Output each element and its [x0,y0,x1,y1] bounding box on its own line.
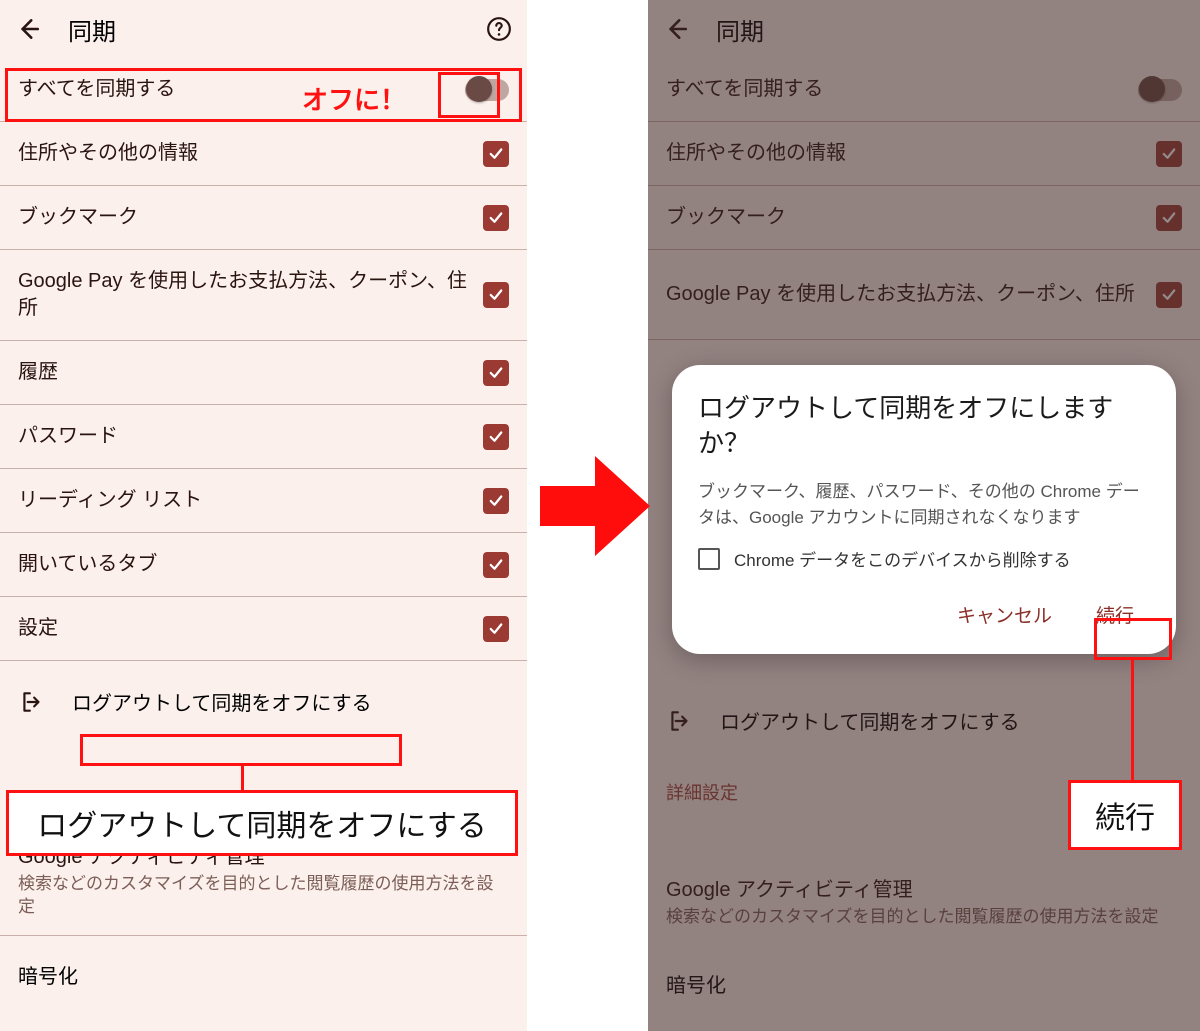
checkbox-icon[interactable] [483,552,509,578]
screen-left: 同期 すべてを同期する 住所やその他の情報 ブックマーク Google Pay … [0,0,527,1031]
activity-title: Google アクティビティ管理 [18,840,509,869]
checkbox-icon[interactable] [483,205,509,231]
arrow-icon [540,446,650,566]
sync-item[interactable]: Google Pay を使用したお支払方法、クーポン、住所 [0,250,527,341]
checkbox-icon[interactable] [1156,141,1182,167]
checkbox-icon[interactable] [483,616,509,642]
sync-all-toggle[interactable] [465,79,509,101]
sync-item[interactable]: 開いているタブ [0,533,527,597]
sync-item[interactable]: Google Pay を使用したお支払方法、クーポン、住所 [648,250,1200,340]
checkbox-icon[interactable] [483,424,509,450]
screen-right: 同期 すべてを同期する 住所やその他の情報 ブックマーク Google Pay … [648,0,1200,1031]
sync-item-label: リーディング リスト [18,487,483,514]
sync-item[interactable]: 履歴 [0,341,527,405]
sync-item[interactable]: ブックマーク [0,186,527,250]
signout-label: ログアウトして同期をオフにする [720,706,1020,735]
sync-item-label: 住所やその他の情報 [666,140,1156,167]
sync-item-label: 開いているタブ [18,551,483,578]
sync-item-label: ブックマーク [18,204,483,231]
sync-item-label: パスワード [18,423,483,450]
checkbox-icon[interactable] [483,488,509,514]
dialog-checkbox-row[interactable]: Chrome データをこのデバイスから削除する [698,546,1150,571]
checkbox-icon[interactable] [483,282,509,308]
sync-all-row[interactable]: すべてを同期する [648,58,1200,122]
page-title: 同期 [716,12,1186,47]
encrypt-row[interactable]: 暗号化 [648,945,1200,1008]
signout-icon [666,708,694,734]
section-label: 詳細設定 [648,761,1200,813]
signout-row[interactable]: ログアウトして同期をオフにする [648,680,1200,761]
sync-item[interactable]: リーディング リスト [0,469,527,533]
checkbox-icon[interactable] [483,141,509,167]
signout-icon [18,689,46,715]
checkbox-icon[interactable] [1156,205,1182,231]
signout-label: ログアウトして同期をオフにする [72,687,372,716]
dialog-checkbox-label: Chrome データをこのデバイスから削除する [734,546,1071,571]
checkbox-empty-icon[interactable] [698,548,720,570]
encrypt-label: 暗号化 [18,966,78,988]
activity-row[interactable]: Google アクティビティ管理 検索などのカスタマイズを目的とした閲覧履歴の使… [648,813,1200,945]
signout-row[interactable]: ログアウトして同期をオフにする [0,661,527,742]
activity-row[interactable]: Google アクティビティ管理 検索などのカスタマイズを目的とした閲覧履歴の使… [0,826,527,936]
dialog-title: ログアウトして同期をオフにしますか？ [698,391,1150,461]
dialog-message: ブックマーク、履歴、パスワード、その他の Chrome データは、Google … [698,479,1150,530]
sync-item-label: Google Pay を使用したお支払方法、クーポン、住所 [18,268,483,322]
activity-sub: 検索などのカスタマイズを目的とした閲覧履歴の使用方法を設定 [18,873,509,919]
activity-title: Google アクティビティ管理 [666,873,1182,902]
sync-item-label: 履歴 [18,359,483,386]
sync-item-label: 住所やその他の情報 [18,140,483,167]
sync-item-label: Google Pay を使用したお支払方法、クーポン、住所 [666,281,1156,308]
checkbox-icon[interactable] [1156,282,1182,308]
header: 同期 [0,0,527,58]
checkbox-icon[interactable] [483,360,509,386]
sync-all-row[interactable]: すべてを同期する [0,58,527,122]
sync-item-label: ブックマーク [666,204,1156,231]
encrypt-label: 暗号化 [666,975,726,997]
confirm-dialog: ログアウトして同期をオフにしますか？ ブックマーク、履歴、パスワード、その他の … [672,365,1176,654]
sync-all-toggle[interactable] [1138,79,1182,101]
sync-item[interactable]: ブックマーク [648,186,1200,250]
help-icon[interactable] [485,15,513,43]
sync-item[interactable]: 住所やその他の情報 [648,122,1200,186]
sync-item[interactable]: 設定 [0,597,527,661]
sync-all-label: すべてを同期する [18,76,465,103]
continue-button[interactable]: 続行 [1088,595,1142,634]
back-button[interactable] [14,15,42,43]
sync-item-label: 設定 [18,615,483,642]
sync-item[interactable]: パスワード [0,405,527,469]
encrypt-row[interactable]: 暗号化 [0,936,527,999]
cancel-button[interactable]: キャンセル [949,595,1060,634]
sync-all-label: すべてを同期する [666,76,1138,103]
back-button[interactable] [662,15,690,43]
dialog-buttons: キャンセル 続行 [698,595,1150,634]
page-title: 同期 [68,12,485,47]
header: 同期 [648,0,1200,58]
sync-item[interactable]: 住所やその他の情報 [0,122,527,186]
activity-sub: 検索などのカスタマイズを目的とした閲覧履歴の使用方法を設定 [666,906,1182,929]
